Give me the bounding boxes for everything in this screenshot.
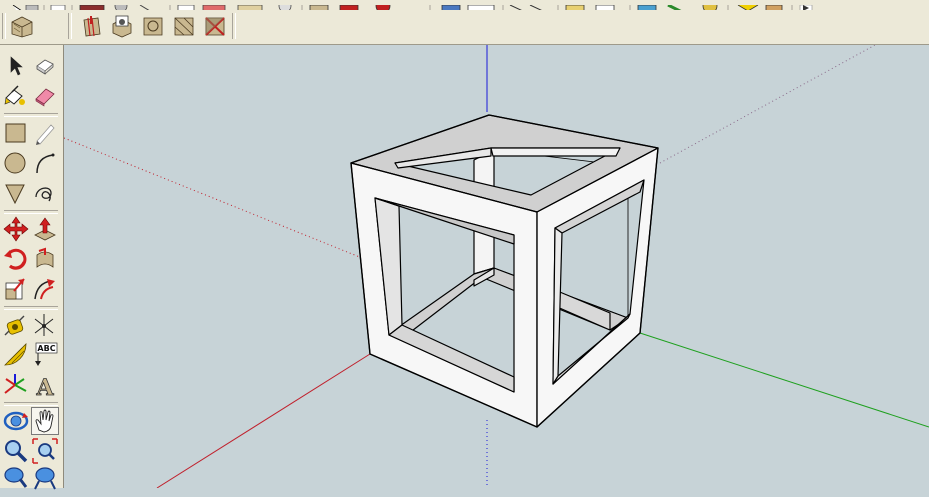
rotate-icon: [4, 248, 27, 270]
follow-me-icon: [36, 247, 54, 268]
select-tool[interactable]: [2, 52, 30, 80]
axes-icon: [4, 374, 27, 394]
tape-measure-icon: [4, 315, 25, 336]
pan-tool[interactable]: [31, 407, 59, 435]
line-tool[interactable]: [31, 119, 59, 147]
axes-tool[interactable]: [2, 371, 30, 399]
component-icon: [36, 59, 54, 75]
dimension-tool[interactable]: [31, 311, 59, 339]
toolbar-row-1: [0, 0, 929, 10]
zoom-extents-icon: [32, 438, 58, 464]
position-camera-tool[interactable]: [2, 465, 30, 493]
green-axis-negative: [659, 45, 876, 164]
share-icon[interactable]: [278, 0, 292, 10]
3d-text-tool[interactable]: A: [31, 371, 59, 402]
left-toolbar: ABC A: [0, 45, 64, 490]
polygon-tool[interactable]: [2, 179, 30, 207]
axis-lines: [64, 45, 929, 488]
3d-text-glyph: A: [35, 375, 54, 399]
text-tool[interactable]: ABC: [31, 341, 59, 369]
top-toolbar: [0, 0, 929, 45]
green-axis: [639, 332, 929, 428]
styles-icon[interactable]: [509, 4, 545, 10]
scale-icon: [5, 278, 25, 300]
drawing-canvas: [64, 45, 929, 488]
dynamic-component-icon[interactable]: [667, 3, 682, 10]
face-style-icon[interactable]: [139, 4, 150, 10]
paint-bucket-tool[interactable]: [2, 82, 30, 110]
arc-tool[interactable]: [31, 149, 59, 177]
move-icon: [3, 216, 29, 242]
paint-bucket-icon: [4, 85, 25, 105]
standard-view-left-icon[interactable]: [203, 14, 227, 38]
circle-icon: [4, 152, 26, 174]
walk-tool[interactable]: [31, 465, 59, 493]
eraser-tool[interactable]: [31, 82, 59, 110]
standard-view-front-icon[interactable]: [110, 14, 134, 38]
zoom-extents-tool[interactable]: [31, 437, 59, 465]
3d-text-icon: A: [35, 375, 55, 402]
orbit-icon: [3, 411, 29, 431]
red-axis-negative: [64, 137, 373, 263]
add-location-icon[interactable]: [565, 4, 585, 10]
standard-view-top-icon[interactable]: [80, 14, 104, 38]
dimension-icon: [34, 314, 54, 336]
shaded-icon[interactable]: [202, 4, 226, 10]
select-icon[interactable]: [12, 4, 22, 10]
protractor-tool[interactable]: [2, 341, 30, 369]
scale-tool[interactable]: [2, 275, 30, 303]
section-icon[interactable]: [114, 0, 128, 10]
hollow-cube-model[interactable]: [350, 114, 659, 428]
rotate-tool[interactable]: [2, 245, 30, 273]
freehand-tool[interactable]: [31, 179, 59, 207]
hand-icon: [35, 409, 54, 433]
camera-icon: [4, 467, 28, 488]
standard-view-right-icon[interactable]: [141, 14, 165, 38]
standard-view-iso-icon[interactable]: [10, 14, 34, 38]
magnifier-icon: [5, 440, 28, 463]
circle-tool[interactable]: [2, 149, 30, 177]
arrow-icon: [10, 56, 23, 76]
paint-icon[interactable]: [25, 4, 39, 10]
layers-icon[interactable]: [467, 4, 495, 10]
component-icon[interactable]: [309, 4, 329, 10]
photo-texture-icon[interactable]: [595, 4, 615, 10]
red-axis: [156, 353, 371, 488]
push-pull-icon[interactable]: [50, 4, 66, 10]
sandbox-icon[interactable]: [637, 4, 657, 10]
push-pull-tool[interactable]: [31, 215, 59, 243]
zoom-tool[interactable]: [2, 437, 30, 465]
rectangle-icon: [5, 123, 26, 143]
protractor-icon: [4, 343, 27, 366]
fog-icon[interactable]: [441, 4, 461, 10]
arc-icon: [36, 153, 55, 174]
follow-me-tool[interactable]: [31, 245, 59, 273]
warehouse-icon[interactable]: [237, 4, 263, 10]
offset-tool[interactable]: [31, 275, 59, 303]
text-icon: ABC: [35, 342, 58, 366]
orbit-tool[interactable]: [2, 407, 30, 435]
freehand-icon: [35, 187, 52, 202]
xray-icon[interactable]: [177, 4, 195, 10]
arrow-icon[interactable]: [799, 4, 813, 10]
tape-measure-tool[interactable]: [2, 311, 30, 339]
make-component-tool[interactable]: [31, 52, 59, 80]
polygon-icon: [5, 184, 25, 205]
orbit-icon[interactable]: [79, 4, 105, 10]
model-viewport[interactable]: [64, 45, 929, 488]
eraser-icon: [35, 88, 55, 107]
push-pull-icon: [34, 217, 56, 241]
rectangle-tool[interactable]: [2, 119, 30, 147]
standard-view-back-icon[interactable]: [172, 14, 196, 38]
move-tool[interactable]: [2, 215, 30, 243]
pencil-icon: [36, 124, 55, 145]
text-tool-label: ABC: [37, 344, 55, 353]
offset-icon: [34, 279, 55, 300]
scene-icon[interactable]: [339, 4, 359, 10]
shadow-icon[interactable]: [375, 0, 391, 10]
walk-icon: [34, 467, 56, 490]
